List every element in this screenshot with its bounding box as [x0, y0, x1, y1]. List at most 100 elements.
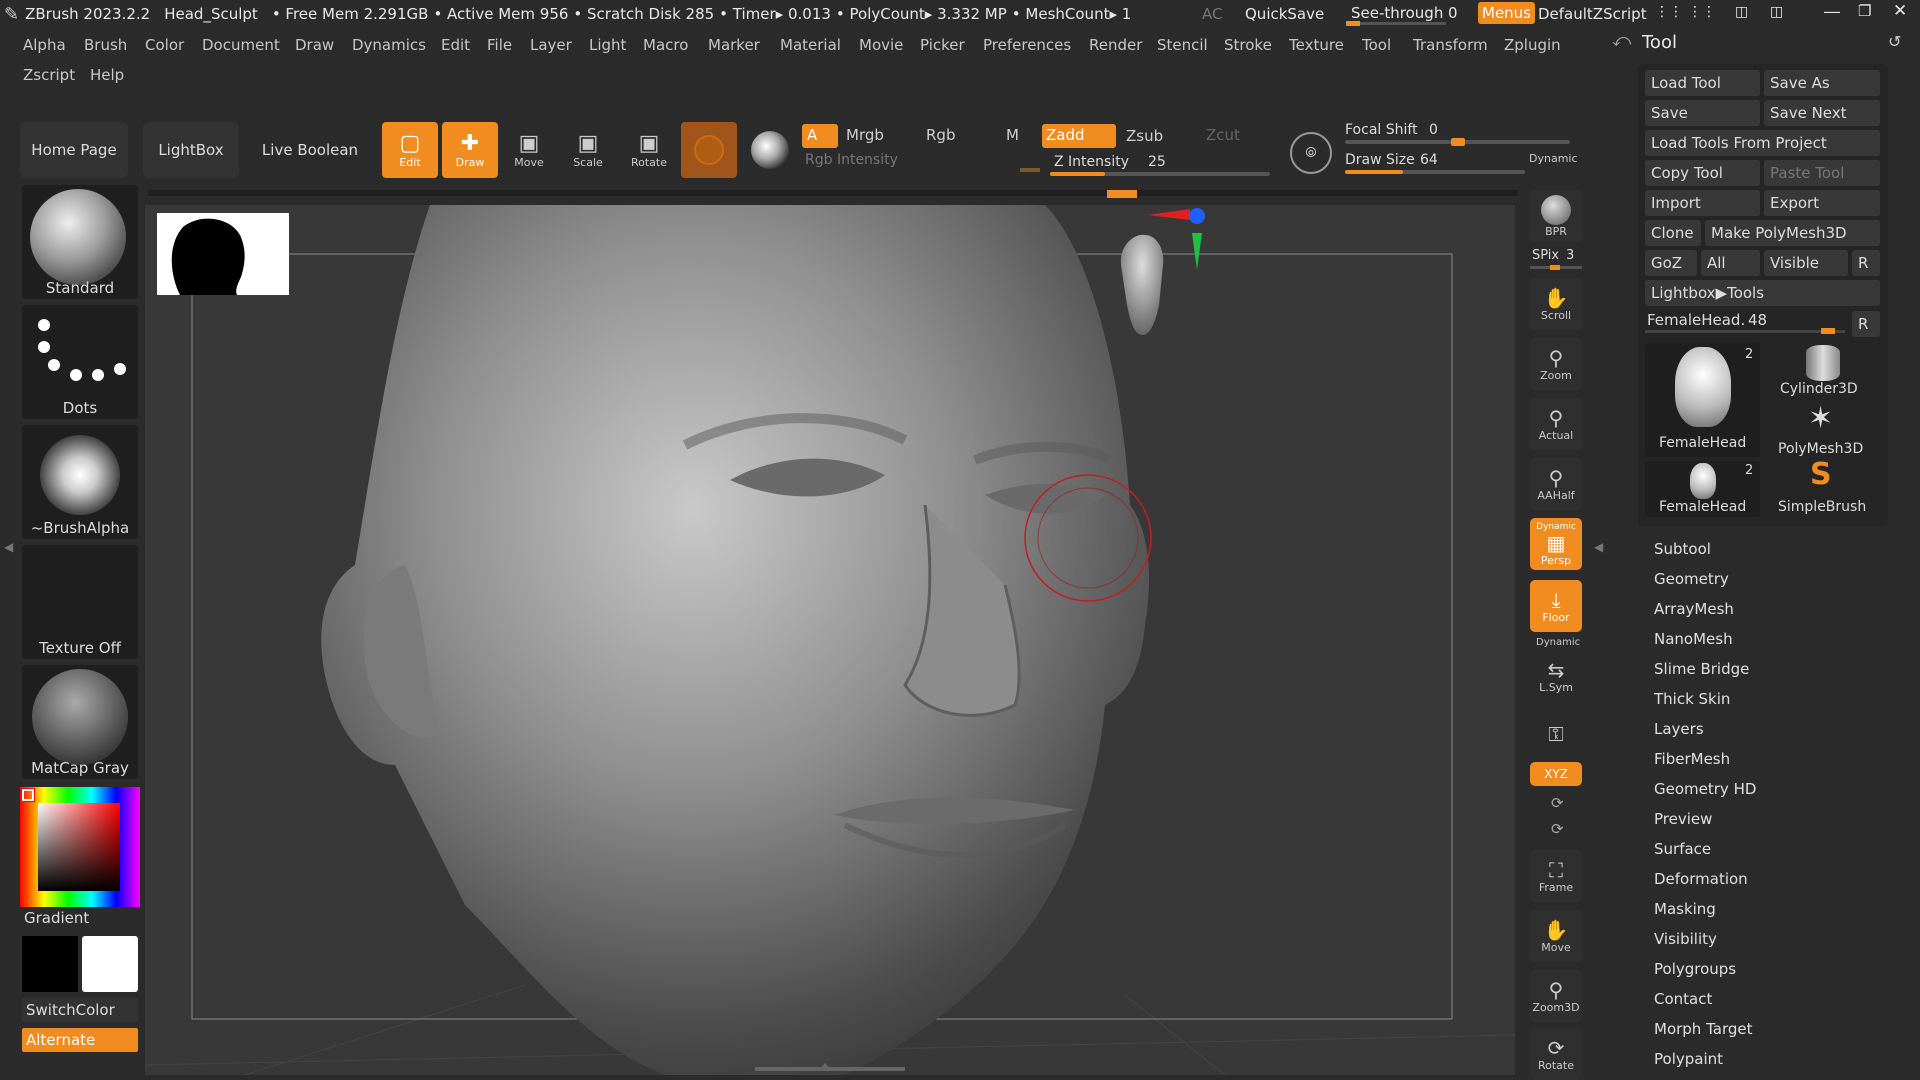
- see-through-slider[interactable]: See-through 0: [1346, 2, 1458, 26]
- window-icon-1[interactable]: ◫: [1735, 4, 1748, 20]
- section-nanomesh[interactable]: NanoMesh: [1654, 630, 1733, 648]
- m-toggle[interactable]: M: [1006, 126, 1019, 144]
- close-icon[interactable]: ✕: [1893, 1, 1907, 21]
- tool-thumb-cylinder3d[interactable]: Cylinder3D: [1764, 343, 1880, 399]
- document-canvas[interactable]: [145, 205, 1515, 1075]
- section-thick-skin[interactable]: Thick Skin: [1654, 690, 1730, 708]
- zsub-toggle[interactable]: Zsub: [1126, 127, 1163, 145]
- menu-draw[interactable]: Draw: [295, 36, 334, 54]
- section-polypaint[interactable]: Polypaint: [1654, 1050, 1723, 1068]
- focal-shift-slider[interactable]: Focal Shift 0: [1345, 120, 1570, 146]
- timeline-strip[interactable]: [148, 190, 1518, 196]
- stroke-preview-icon[interactable]: ⦾: [1290, 132, 1332, 174]
- load-tool-button[interactable]: Load Tool: [1645, 70, 1760, 96]
- section-masking[interactable]: Masking: [1654, 900, 1716, 918]
- scale-mode-button[interactable]: ▣ Scale: [560, 122, 616, 178]
- menu-movie[interactable]: Movie: [859, 36, 903, 54]
- edit-mode-button[interactable]: ▢ Edit: [382, 122, 438, 178]
- goz-r-button[interactable]: R: [1852, 250, 1880, 276]
- load-tools-from-project-button[interactable]: Load Tools From Project: [1645, 130, 1880, 156]
- scroll-button[interactable]: ✋ Scroll: [1530, 278, 1582, 330]
- rgb-intensity-slider[interactable]: Rgb Intensity: [805, 150, 1040, 174]
- menu-color[interactable]: Color: [145, 36, 184, 54]
- section-contact[interactable]: Contact: [1654, 990, 1712, 1008]
- section-arraymesh[interactable]: ArrayMesh: [1654, 600, 1734, 618]
- sculpt-color-toggle[interactable]: [681, 122, 737, 178]
- save-as-button[interactable]: Save As: [1764, 70, 1880, 96]
- menu-document[interactable]: Document: [202, 36, 280, 54]
- material-thumbnail[interactable]: MatCap Gray: [22, 665, 138, 779]
- window-icon-2[interactable]: ◫: [1770, 4, 1783, 20]
- z-intensity-slider[interactable]: Z Intensity 25: [1050, 152, 1270, 176]
- menu-transform[interactable]: Transform: [1413, 36, 1488, 54]
- restore-icon[interactable]: ❐: [1858, 2, 1871, 20]
- tool-thumb-simplebrush[interactable]: S SimpleBrush: [1764, 457, 1880, 517]
- menu-stencil[interactable]: Stencil: [1157, 36, 1208, 54]
- menu-edit[interactable]: Edit: [441, 36, 470, 54]
- bpr-button[interactable]: BPR: [1530, 190, 1582, 242]
- zadd-toggle[interactable]: Zadd: [1042, 124, 1116, 148]
- y-rotate-icon[interactable]: ⟳: [1551, 794, 1564, 812]
- menus-toggle[interactable]: Menus: [1478, 2, 1535, 24]
- menu-marker[interactable]: Marker: [708, 36, 760, 54]
- alpha-thumbnail[interactable]: ~BrushAlpha: [22, 425, 138, 539]
- current-tool-slider[interactable]: FemaleHead. 48: [1645, 308, 1845, 334]
- goz-button[interactable]: GoZ: [1645, 250, 1697, 276]
- switchcolor-button[interactable]: SwitchColor: [22, 998, 138, 1022]
- lsym-button[interactable]: ⇆ L.Sym: [1530, 650, 1582, 702]
- spix-slider[interactable]: SPix 3: [1530, 246, 1582, 270]
- z-rotate-icon[interactable]: ⟳: [1551, 820, 1564, 838]
- save-next-button[interactable]: Save Next: [1764, 100, 1880, 126]
- gradient-label[interactable]: Gradient: [24, 909, 89, 927]
- section-deformation[interactable]: Deformation: [1654, 870, 1748, 888]
- section-polygroups[interactable]: Polygroups: [1654, 960, 1736, 978]
- section-slime-bridge[interactable]: Slime Bridge: [1654, 660, 1749, 678]
- menu-zplugin[interactable]: Zplugin: [1504, 36, 1561, 54]
- menu-render[interactable]: Render: [1089, 36, 1142, 54]
- save-button[interactable]: Save: [1645, 100, 1760, 126]
- move-mode-button[interactable]: ▣ Move: [501, 122, 557, 178]
- color-picker-swatch[interactable]: [38, 803, 120, 891]
- primary-color-swatch[interactable]: [22, 936, 78, 992]
- clone-button[interactable]: Clone: [1645, 220, 1701, 246]
- mrgb-toggle[interactable]: Mrgb: [846, 126, 884, 144]
- menu-light[interactable]: Light: [589, 36, 626, 54]
- menu-help[interactable]: Help: [90, 66, 124, 84]
- lock-button[interactable]: ⚿: [1530, 708, 1582, 760]
- section-fibermesh[interactable]: FiberMesh: [1654, 750, 1730, 768]
- zoom-button[interactable]: ⚲ Zoom: [1530, 338, 1582, 390]
- dynamic-toggle[interactable]: Dynamic: [1529, 152, 1578, 165]
- brush-thumbnail[interactable]: Standard: [22, 185, 138, 299]
- menu-picker[interactable]: Picker: [920, 36, 965, 54]
- home-page-button[interactable]: Home Page: [20, 122, 128, 178]
- live-boolean-button[interactable]: Live Boolean: [256, 122, 364, 178]
- menu-material[interactable]: Material: [780, 36, 841, 54]
- menu-macro[interactable]: Macro: [643, 36, 688, 54]
- stroke-thumbnail[interactable]: Dots: [22, 305, 138, 419]
- section-preview[interactable]: Preview: [1654, 810, 1712, 828]
- menu-tool[interactable]: Tool: [1362, 36, 1391, 54]
- menu-layer[interactable]: Layer: [530, 36, 572, 54]
- xyz-rotate-button[interactable]: XYZ: [1530, 762, 1582, 786]
- color-picker[interactable]: [20, 787, 140, 907]
- paste-tool-button[interactable]: Paste Tool: [1764, 160, 1880, 186]
- tool-thumb-polymesh3d[interactable]: ✶ PolyMesh3D: [1764, 401, 1880, 459]
- rgb-toggle[interactable]: Rgb: [926, 126, 955, 144]
- menu-stroke[interactable]: Stroke: [1224, 36, 1272, 54]
- zoom3d-button[interactable]: ⚲ Zoom3D: [1530, 970, 1582, 1022]
- timeline-marker[interactable]: [1107, 190, 1137, 198]
- secondary-color-swatch[interactable]: [82, 936, 138, 992]
- menu-alpha[interactable]: Alpha: [23, 36, 66, 54]
- draw-mode-button[interactable]: ✚ Draw: [442, 122, 498, 178]
- section-geometry[interactable]: Geometry: [1654, 570, 1729, 588]
- menu-brush[interactable]: Brush: [84, 36, 127, 54]
- lightbox-tools-button[interactable]: Lightbox▶Tools: [1645, 280, 1880, 306]
- section-subtool[interactable]: Subtool: [1654, 540, 1711, 558]
- a-toggle[interactable]: A: [802, 124, 838, 148]
- section-visibility[interactable]: Visibility: [1654, 930, 1717, 948]
- lightbox-button[interactable]: LightBox: [143, 122, 239, 178]
- sculpt-viewport[interactable]: [145, 205, 1515, 1075]
- goz-visible-button[interactable]: Visible: [1764, 250, 1848, 276]
- import-button[interactable]: Import: [1645, 190, 1760, 216]
- make-polymesh3d-button[interactable]: Make PolyMesh3D: [1705, 220, 1880, 246]
